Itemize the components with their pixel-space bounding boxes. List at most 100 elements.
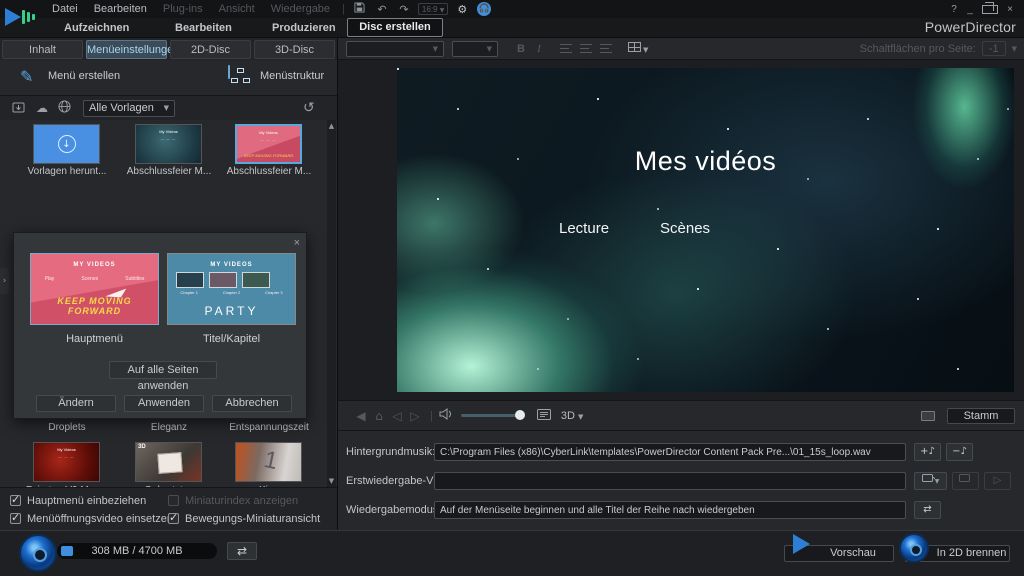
fullscreen-monitor-icon[interactable]	[921, 411, 935, 421]
bold-button[interactable]: B	[512, 43, 530, 55]
font-family-select[interactable]: ▼	[346, 41, 444, 57]
menu-wiedergabe: Wiedergabe	[263, 3, 338, 15]
tab-bearbeiten[interactable]: Bearbeiten	[175, 18, 232, 38]
tab-produzieren[interactable]: Produzieren	[272, 18, 336, 38]
cancel-button[interactable]: Abbrechen	[212, 395, 292, 412]
playback-mode-label: Wiedergabemodus:	[346, 504, 441, 516]
scroll-up-icon[interactable]: ▲	[327, 122, 336, 130]
template-thumb-selected[interactable]: My Videos — — — KEEP MOVING FORWARD	[235, 124, 302, 164]
minimize-button[interactable]: _	[962, 4, 978, 15]
tab-aufzeichnen[interactable]: Aufzeichnen	[64, 18, 129, 38]
playback-mode-button[interactable]: ⇄	[914, 501, 941, 519]
scroll-down-icon[interactable]: ▼	[327, 477, 336, 485]
aspect-ratio-dropdown[interactable]: 16:9 ▼	[418, 3, 448, 15]
template-name: Vorlagen herunt...	[22, 166, 112, 177]
checkbox-icon[interactable]	[10, 513, 21, 524]
create-menu-button[interactable]: Menü erstellen	[48, 70, 120, 82]
mode-tab-bar: Aufzeichnen Bearbeiten Produzieren Disc …	[0, 18, 1024, 38]
apply-button[interactable]: Anwenden	[124, 395, 204, 412]
template-name: Eleganz	[124, 422, 214, 433]
text-format-toolbar: ▼ ▼ B I ▼ Schaltflächen pro Seite: -1 ▼	[338, 38, 1024, 60]
button-frame-style[interactable]: ▼	[628, 42, 648, 55]
align-center-icon[interactable]	[580, 44, 592, 53]
menu-structure-button[interactable]: Menüstruktur	[260, 70, 324, 82]
tab-2d-disc[interactable]: 2D-Disc	[170, 40, 251, 59]
stars	[397, 68, 399, 70]
volume-icon[interactable]	[439, 408, 453, 423]
disc-menu-title[interactable]: Mes vidéos	[397, 146, 1014, 177]
burn-disc-icon	[899, 533, 929, 563]
menu-list-icon[interactable]	[537, 409, 551, 423]
template-download-thumb[interactable]: ↓	[33, 124, 100, 164]
divider: |	[430, 410, 433, 422]
checkbox-icon[interactable]	[168, 495, 179, 506]
buttons-per-page[interactable]: Schaltflächen pro Seite: -1 ▼	[860, 41, 1024, 56]
reset-icon[interactable]: ↺	[303, 100, 315, 116]
checkbox-miniaturindex[interactable]: Miniaturindex anzeigen	[168, 493, 298, 507]
support-headset-icon[interactable]: 🎧	[477, 2, 491, 16]
remove-music-button[interactable]: −♪	[946, 443, 973, 461]
tab-3d-disc[interactable]: 3D-Disc	[254, 40, 335, 59]
italic-button[interactable]: I	[530, 43, 548, 55]
main-menu-preview-thumb[interactable]: MY VIDEOS Play Scenes Subtitles KEEP MOV…	[30, 253, 159, 325]
disc-capacity-icon	[19, 534, 57, 572]
directorzone-globe-icon[interactable]	[58, 100, 71, 116]
pencil-icon: ✎	[20, 67, 33, 86]
dialog-close-icon[interactable]: ×	[294, 237, 300, 249]
cloud-download-icon[interactable]: ☁	[36, 101, 48, 115]
checkbox-bewegungs-miniatur[interactable]: Bewegungs-Miniaturansicht	[168, 511, 320, 525]
3d-mode-dropdown[interactable]: 3D ▼	[561, 410, 584, 422]
align-right-icon[interactable]	[600, 44, 612, 53]
restore-button[interactable]	[982, 5, 998, 14]
checkbox-hauptmenu[interactable]: Hauptmenü einbeziehen	[10, 493, 146, 507]
import-template-icon[interactable]	[12, 101, 26, 116]
undo-icon[interactable]: ↶	[371, 3, 393, 16]
3d-badge: 3D	[138, 444, 146, 450]
menu-bearbeiten[interactable]: Bearbeiten	[86, 3, 155, 15]
download-icon: ↓	[58, 135, 76, 153]
close-button[interactable]: ×	[1002, 4, 1018, 15]
panel-expander[interactable]: ›	[0, 268, 9, 294]
volume-slider[interactable]	[461, 414, 523, 417]
save-icon[interactable]	[349, 2, 371, 16]
apply-all-pages-button[interactable]: Auf alle Seiten anwenden	[109, 361, 217, 379]
checkbox-icon[interactable]	[168, 513, 179, 524]
template-thumb[interactable]: My Videos — — —	[135, 124, 202, 164]
chapter-preview-thumb[interactable]: MY VIDEOS Chapter 1 Chapter 2 Chapter 3 …	[167, 253, 296, 325]
menu-datei[interactable]: Datei	[44, 3, 86, 15]
home-icon: ⌂	[370, 409, 388, 423]
switch-capacity-button[interactable]: ⇄	[227, 542, 257, 560]
disc-menu-preview[interactable]: Mes vidéos Lecture Scènes	[397, 68, 1014, 392]
change-button[interactable]: Ändern	[36, 395, 116, 412]
template-scrollbar[interactable]: ▲ ▼	[327, 120, 336, 487]
add-music-button[interactable]: +♪	[914, 443, 941, 461]
root-menu-button[interactable]: Stamm	[947, 408, 1015, 424]
checkbox-icon[interactable]	[10, 495, 21, 506]
playback-mode-input[interactable]	[434, 501, 906, 519]
powerdirector-logo	[3, 3, 37, 33]
settings-gear-icon[interactable]: ⚙	[451, 3, 473, 16]
template-filter-select[interactable]: Alle Vorlagen▼	[83, 100, 175, 117]
menu-ansicht: Ansicht	[211, 3, 263, 15]
disc-menu-item-scenes[interactable]: Scènes	[660, 220, 710, 237]
tab-menueinstellungen[interactable]: Menüeinstellungen	[86, 40, 167, 59]
align-left-icon[interactable]	[560, 44, 572, 53]
template-thumb[interactable]: My Videos — — —	[33, 442, 100, 482]
app-title: PowerDirector	[925, 19, 1016, 35]
template-thumb[interactable]: 3D	[135, 442, 202, 482]
first-play-video-input[interactable]	[434, 472, 906, 490]
help-button[interactable]: ?	[946, 4, 962, 15]
redo-icon[interactable]: ↷	[393, 3, 415, 16]
main-menu-label: Hauptmenü	[30, 333, 159, 345]
menu-plugins: Plug-ins	[155, 3, 211, 15]
font-size-select[interactable]: ▼	[452, 41, 498, 57]
background-music-input[interactable]	[434, 443, 906, 461]
preview-controls: ◀ ⌂ ◁ ▷ | 3D ▼ Stamm	[338, 400, 1024, 430]
tab-disc-erstellen[interactable]: Disc erstellen	[347, 18, 443, 37]
disc-settings-fields: Hintergrundmusik: +♪ −♪ Erstwiedergabe-V…	[338, 430, 1024, 530]
template-thumb[interactable]: 1	[235, 442, 302, 482]
disc-menu-item-lecture[interactable]: Lecture	[559, 220, 609, 237]
tab-inhalt[interactable]: Inhalt	[2, 40, 83, 59]
set-first-play-button[interactable]: ▼	[914, 472, 947, 490]
checkbox-menueoffnungsvideo[interactable]: Menüöffnungsvideo einsetzen	[10, 511, 173, 525]
